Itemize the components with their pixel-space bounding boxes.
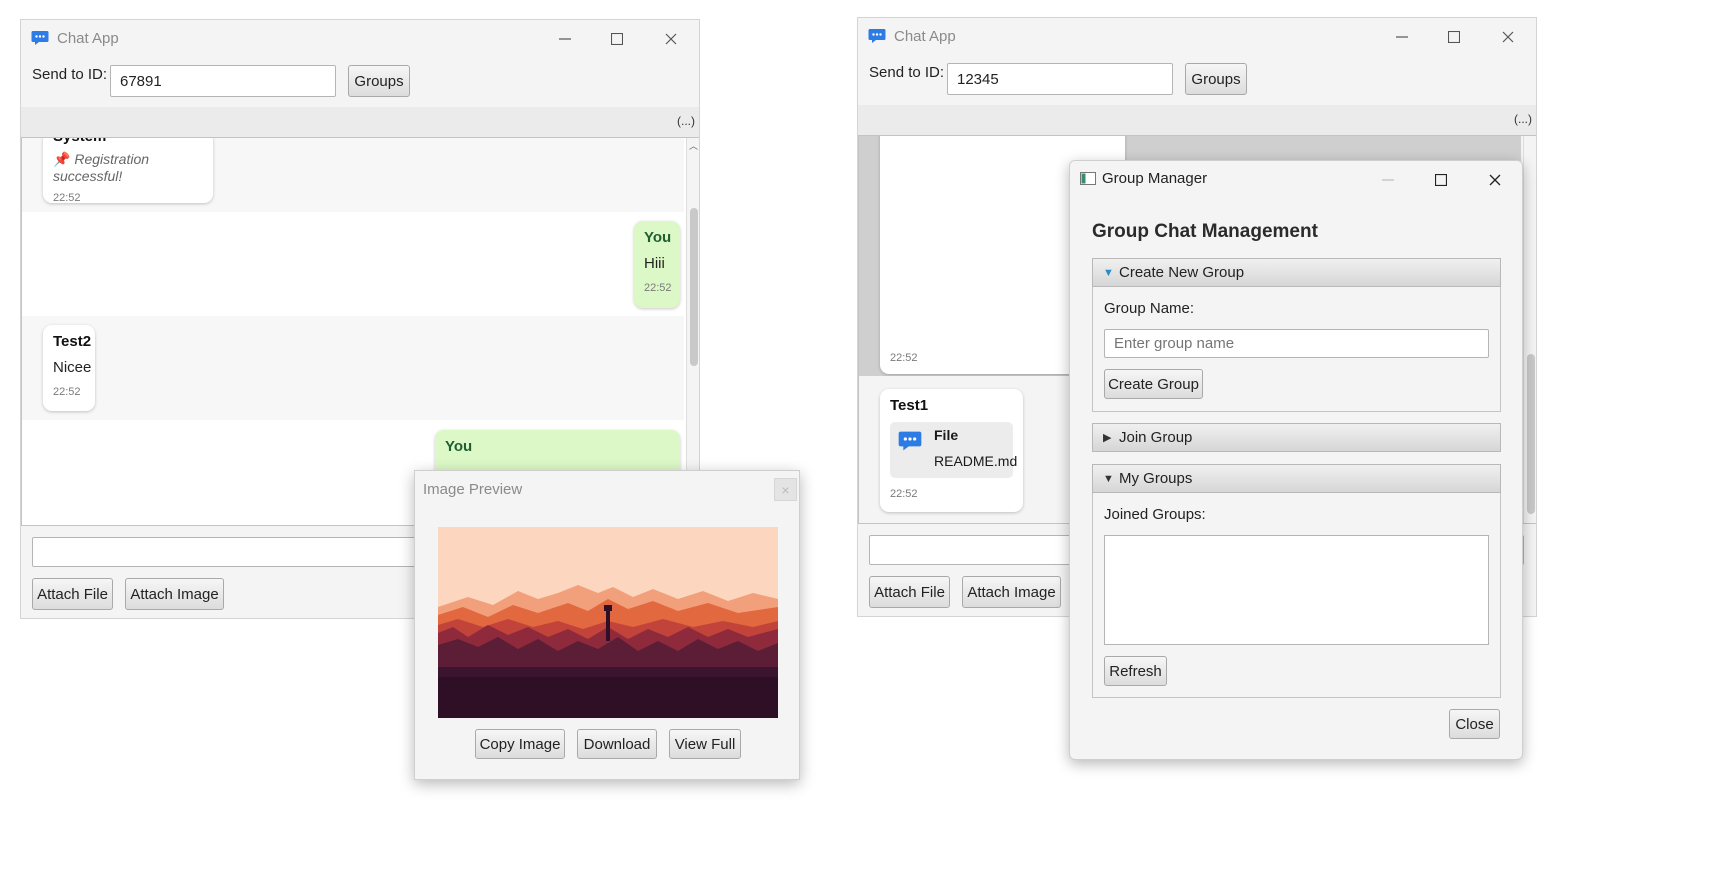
message-sender: Test2 [53, 333, 92, 350]
received-message-bubble: Test2 Nicee 22:52 [43, 325, 95, 411]
overflow-ellipsis[interactable]: (...) [677, 114, 695, 128]
scrollbar-thumb[interactable] [1527, 354, 1535, 514]
dialog-title: Image Preview [423, 481, 523, 498]
minimize-icon[interactable] [1382, 24, 1422, 50]
collapsed-arrow-icon: ▶ [1103, 432, 1112, 444]
overflow-ellipsis[interactable]: (...) [1514, 112, 1532, 126]
create-group-pane-header[interactable]: ▼ Create New Group [1092, 258, 1501, 287]
refresh-button[interactable]: Refresh [1104, 656, 1167, 686]
pane-title: Create New Group [1119, 264, 1245, 281]
my-message-bubble: You Hiii 22:52 [634, 221, 680, 308]
dialog-title-bar[interactable]: Group Manager [1070, 161, 1522, 197]
window-title: Chat App [894, 28, 956, 45]
chat-bubble-icon [31, 30, 49, 46]
pane-title: My Groups [1119, 470, 1193, 487]
my-groups-pane-body: Joined Groups: Refresh [1092, 493, 1501, 698]
vertical-scrollbar[interactable] [1523, 136, 1536, 523]
window-icon [1080, 172, 1096, 189]
scroll-up-icon[interactable]: ︿ [689, 139, 698, 152]
message-sender: Test1 [890, 397, 929, 414]
window-title: Chat App [57, 30, 119, 47]
chat-message-list[interactable]: System 📌 Registration successful! 22:52 … [21, 137, 699, 526]
title-bar[interactable]: Chat App [21, 20, 699, 58]
image-preview-dialog: Image Preview × Copy Image Download View… [414, 470, 800, 780]
create-group-button[interactable]: Create Group [1104, 369, 1203, 399]
chat-bubble-icon [868, 28, 886, 44]
list-item: You Hiii 22:52 [22, 212, 684, 316]
attach-image-button[interactable]: Attach Image [125, 578, 224, 610]
file-chat-icon [898, 430, 922, 456]
expanded-arrow-icon: ▼ [1103, 266, 1114, 279]
message-sender: System [53, 138, 203, 145]
file-message-bubble: Test1 File README.md 22:52 [880, 389, 1023, 512]
send-to-label: Send to ID: [869, 64, 945, 81]
title-bar[interactable]: Chat App [858, 18, 1536, 56]
pane-title: Join Group [1119, 429, 1193, 446]
close-button[interactable]: × [774, 478, 797, 501]
group-name-input[interactable] [1104, 329, 1489, 358]
file-label: File [934, 427, 959, 443]
message-text: Hiii [644, 255, 665, 272]
maximize-icon[interactable] [597, 26, 637, 52]
file-attachment[interactable]: File README.md [890, 422, 1017, 478]
info-strip: (...) [858, 105, 1536, 135]
joined-groups-label: Joined Groups: [1104, 506, 1206, 523]
maximize-icon[interactable] [1421, 167, 1461, 193]
pushpin-icon: 📌 [53, 151, 71, 167]
page-title: Group Chat Management [1092, 221, 1318, 242]
groups-button[interactable]: Groups [1185, 63, 1247, 95]
list-item: System 📌 Registration successful! 22:52 [22, 138, 684, 212]
vertical-scrollbar[interactable]: ︿ [686, 138, 699, 525]
info-strip: (...) [21, 107, 699, 137]
send-to-input[interactable]: 12345 [947, 63, 1173, 95]
expanded-arrow-icon: ▼ [1103, 472, 1114, 485]
attach-file-button[interactable]: Attach File [869, 576, 950, 608]
copy-image-button[interactable]: Copy Image [475, 729, 565, 759]
close-icon[interactable] [1488, 24, 1528, 50]
message-time: 22:52 [644, 282, 672, 294]
message-time: 22:52 [53, 192, 81, 204]
message-text: 📌 Registration successful! [53, 151, 150, 184]
my-groups-pane-header[interactable]: ▼ My Groups [1092, 464, 1501, 493]
create-group-pane-body: Group Name: Create Group [1092, 287, 1501, 412]
list-item: Test2 Nicee 22:52 [22, 316, 684, 420]
join-group-pane-header[interactable]: ▶ Join Group [1092, 423, 1501, 452]
minimize-icon[interactable] [1368, 167, 1408, 193]
message-sender: You [445, 438, 473, 455]
minimize-icon[interactable] [545, 26, 585, 52]
scrollbar-thumb[interactable] [690, 208, 698, 366]
maximize-icon[interactable] [1434, 24, 1474, 50]
close-icon: × [781, 481, 790, 498]
preview-image [438, 527, 778, 718]
message-sender: You [644, 229, 672, 246]
message-time: 22:52 [890, 488, 918, 500]
message-time: 22:52 [53, 386, 81, 398]
download-button[interactable]: Download [577, 729, 657, 759]
groups-button[interactable]: Groups [348, 65, 410, 97]
send-to-label: Send to ID: [32, 66, 108, 83]
attach-file-button[interactable]: Attach File [32, 578, 113, 610]
message-time: 22:52 [890, 352, 918, 364]
view-full-button[interactable]: View Full [669, 729, 741, 759]
dialog-title: Group Manager [1102, 170, 1208, 187]
group-manager-dialog: Group Manager Group Chat Management ▼ Cr… [1069, 160, 1523, 760]
joined-groups-list[interactable] [1104, 535, 1489, 645]
group-name-label: Group Name: [1104, 300, 1195, 317]
attach-image-button[interactable]: Attach Image [962, 576, 1061, 608]
close-icon[interactable] [651, 26, 691, 52]
system-message-bubble: System 📌 Registration successful! 22:52 [43, 138, 213, 204]
message-text: Nicee [53, 359, 92, 376]
file-name: README.md [934, 453, 1018, 469]
panes-container: ▼ Create New Group Group Name: Create Gr… [1092, 258, 1501, 698]
send-to-input[interactable]: 67891 [110, 65, 336, 97]
close-button[interactable]: Close [1449, 709, 1500, 739]
close-icon[interactable] [1475, 167, 1515, 193]
